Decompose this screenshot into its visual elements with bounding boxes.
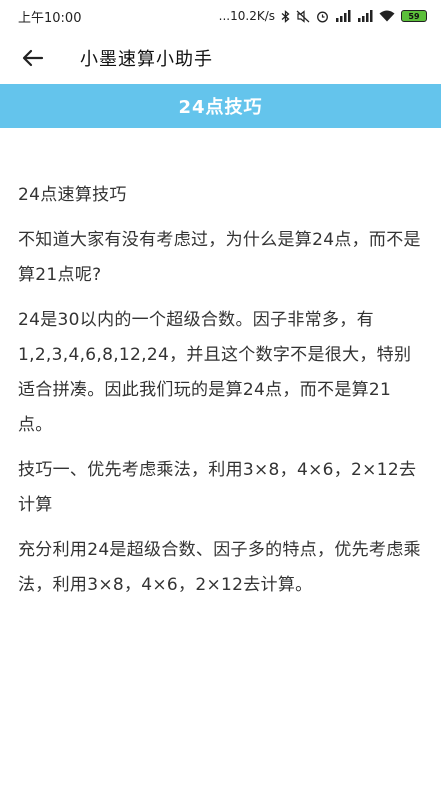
battery-level: 59 [408,11,420,21]
signal-icon [335,10,351,22]
alarm-icon [316,10,329,23]
section-header: 24点技巧 [0,84,441,128]
section-title: 24点技巧 [178,97,263,118]
article-paragraph: 不知道大家有没有考虑过，为什么是算24点，而不是算21点呢? [18,230,421,285]
status-bar: 上午10:00 ...10.2K/s 59 [0,0,441,32]
article-paragraph: 技巧一、优先考虑乘法，利用3×8，4×6，2×12去计算 [18,460,417,515]
status-time: 上午10:00 [18,10,82,26]
wifi-icon [379,10,395,22]
article-paragraph: 24是30以内的一个超级合数。因子非常多，有1,2,3,4,6,8,12,24，… [18,310,412,435]
app-bar: 小墨速算小助手 [0,32,441,84]
signal-icon-2 [357,10,373,22]
bluetooth-icon [281,9,290,23]
article-content: 24点速算技巧 不知道大家有没有考虑过，为什么是算24点，而不是算21点呢? 2… [0,128,441,603]
battery-icon: 59 [401,10,427,22]
mute-icon [296,9,310,23]
article-paragraph: 充分利用24是超级合数、因子多的特点，优先考虑乘法，利用3×8，4×6，2×12… [18,540,421,595]
app-title: 小墨速算小助手 [80,49,213,70]
article-heading: 24点速算技巧 [18,185,127,205]
arrow-left-icon[interactable] [18,43,48,73]
network-speed: ...10.2K/s [218,9,275,23]
